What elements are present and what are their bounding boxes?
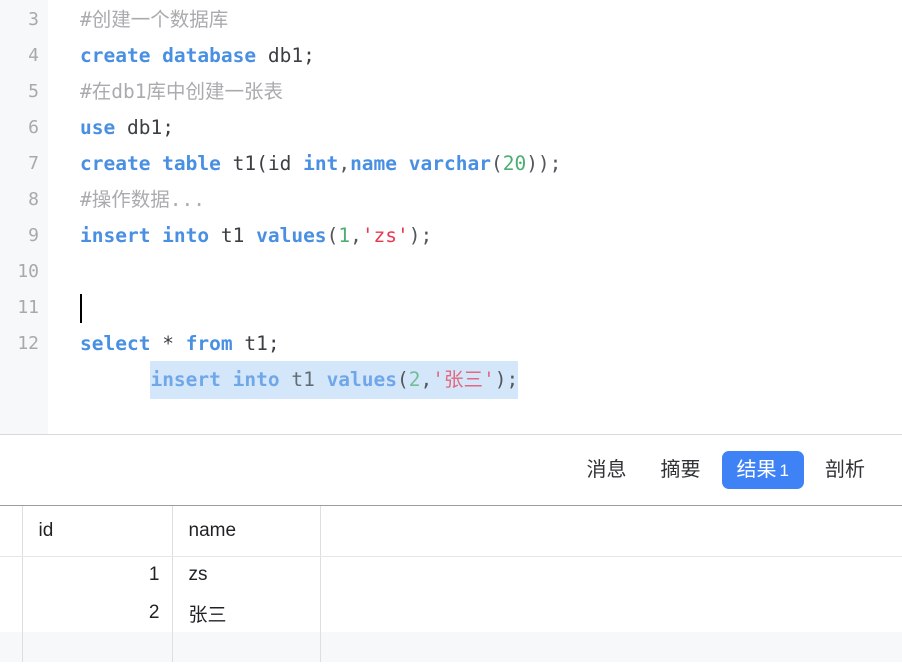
code-line[interactable]: create table t1(id int,name varchar(20))… <box>80 146 902 182</box>
line-number: 6 <box>28 117 39 138</box>
tab-result-count: 1 <box>779 461 789 480</box>
code-line[interactable]: #操作数据... <box>80 182 902 218</box>
sql-code-editor[interactable]: 3 4 5 6 7 8 9 10 11 12 #创建一个数据库 create d… <box>0 0 902 435</box>
text-caret <box>80 294 82 323</box>
code-token-kw: int <box>303 152 339 175</box>
line-number: 5 <box>28 81 39 102</box>
column-header-id[interactable]: id <box>22 506 173 557</box>
code-token-punc: )); <box>526 152 562 175</box>
filler-cell <box>22 632 173 662</box>
cell-name[interactable]: zs <box>172 556 321 594</box>
filler-cell <box>172 632 321 662</box>
sql-editor-window: 3 4 5 6 7 8 9 10 11 12 #创建一个数据库 create d… <box>0 0 902 670</box>
code-token-kw: name varchar <box>350 152 491 175</box>
code-token-num: 20 <box>502 152 527 175</box>
result-table: id name 1 zs 2 张三 <box>0 506 902 662</box>
cell-name[interactable]: 张三 <box>172 594 321 632</box>
code-token-kw: insert into <box>80 224 210 247</box>
code-token-plain: * <box>150 332 186 355</box>
code-line[interactable]: use db1; <box>80 110 902 146</box>
line-number: 9 <box>28 225 39 246</box>
code-token-plain: t1(id <box>220 152 304 175</box>
tab-messages[interactable]: 消息 <box>574 452 640 488</box>
code-token-kw: create table <box>80 152 221 175</box>
table-row[interactable]: 2 张三 <box>0 594 902 632</box>
code-token-cmt: #操作数据... <box>80 188 205 211</box>
result-grid[interactable]: id name 1 zs 2 张三 <box>0 505 902 670</box>
code-token-kw: create database <box>80 44 257 67</box>
code-line[interactable] <box>80 254 902 290</box>
line-number-gutter: 3 4 5 6 7 8 9 10 11 12 <box>0 0 48 434</box>
code-line-selected[interactable]: insert into t1 values(2,'张三'); <box>80 290 902 399</box>
code-content-area[interactable]: #创建一个数据库 create database db1; #在db1库中创建一… <box>48 0 902 434</box>
code-token-num: 2 <box>408 368 421 391</box>
table-header: id name <box>0 506 902 557</box>
column-header-empty[interactable] <box>320 506 902 557</box>
tab-label: 摘要 <box>660 459 701 481</box>
code-line[interactable]: #在db1库中创建一张表 <box>80 74 902 110</box>
code-line[interactable]: create database db1; <box>80 38 902 74</box>
code-line[interactable]: #创建一个数据库 <box>80 2 902 38</box>
code-token-str: 'zs' <box>361 224 409 247</box>
code-token-cmt: #创建一个数据库 <box>80 8 229 31</box>
code-token-num: 1 <box>338 224 351 247</box>
tab-label: 结果 <box>736 459 777 481</box>
code-token-kw: values <box>326 368 398 391</box>
code-line[interactable]: select * from t1; <box>80 326 902 362</box>
line-number: 8 <box>28 189 39 210</box>
table-header-row: id name <box>0 506 902 557</box>
code-token-kw: use <box>80 116 116 139</box>
code-token-cmt: #在db1库中创建一张表 <box>80 80 283 103</box>
code-line[interactable]: insert into t1 values(1,'zs'); <box>80 218 902 254</box>
code-token-plain: db1; <box>256 44 315 67</box>
line-number: 4 <box>28 45 39 66</box>
code-token-punc: ( <box>490 152 503 175</box>
line-number: 11 <box>17 297 39 318</box>
code-token-punc: , <box>420 368 433 391</box>
code-token-kw: insert into <box>150 368 280 391</box>
line-number: 3 <box>28 9 39 30</box>
code-token-punc: , <box>350 224 362 247</box>
tab-profile[interactable]: 剖析 <box>812 452 878 488</box>
tab-label: 消息 <box>586 459 627 481</box>
code-token-punc: ( <box>326 224 339 247</box>
code-token-punc: ( <box>397 368 409 391</box>
table-filler-row <box>0 632 902 662</box>
filler-gutter-cell <box>0 632 23 662</box>
code-token-punc: ); <box>408 224 433 247</box>
code-token-plain: t1 <box>279 368 327 391</box>
line-number: 12 <box>17 333 39 354</box>
code-token-str: '张三' <box>432 368 495 391</box>
cell-empty[interactable] <box>320 556 902 594</box>
cell-id[interactable]: 2 <box>22 594 173 632</box>
column-header-gutter[interactable] <box>0 506 23 557</box>
code-token-plain: db1; <box>115 116 174 139</box>
tab-label: 剖析 <box>825 459 865 481</box>
column-header-name[interactable]: name <box>172 506 321 557</box>
code-token-kw: select <box>80 332 151 355</box>
table-row[interactable]: 1 zs <box>0 556 902 594</box>
selection-highlight: insert into t1 values(2,'张三'); <box>150 361 519 399</box>
tab-summary[interactable]: 摘要 <box>648 452 714 488</box>
row-gutter-cell[interactable] <box>0 594 23 632</box>
cell-id[interactable]: 1 <box>22 556 173 594</box>
table-body: 1 zs 2 张三 <box>0 556 902 662</box>
code-token-plain: t1; <box>232 332 280 355</box>
row-gutter-cell[interactable] <box>0 556 23 594</box>
code-token-kw: values <box>256 224 327 247</box>
cell-empty[interactable] <box>320 594 902 632</box>
code-token-plain: t1 <box>209 224 257 247</box>
result-panel-tabbar: 消息 摘要 结果 1 剖析 <box>0 435 902 505</box>
line-number: 7 <box>28 153 39 174</box>
tab-results[interactable]: 结果 1 <box>721 451 804 489</box>
code-token-punc: , <box>338 152 351 175</box>
filler-cell <box>320 632 902 662</box>
code-token-punc: ); <box>494 368 519 391</box>
code-token-kw: from <box>185 332 233 355</box>
line-number: 10 <box>17 261 39 282</box>
